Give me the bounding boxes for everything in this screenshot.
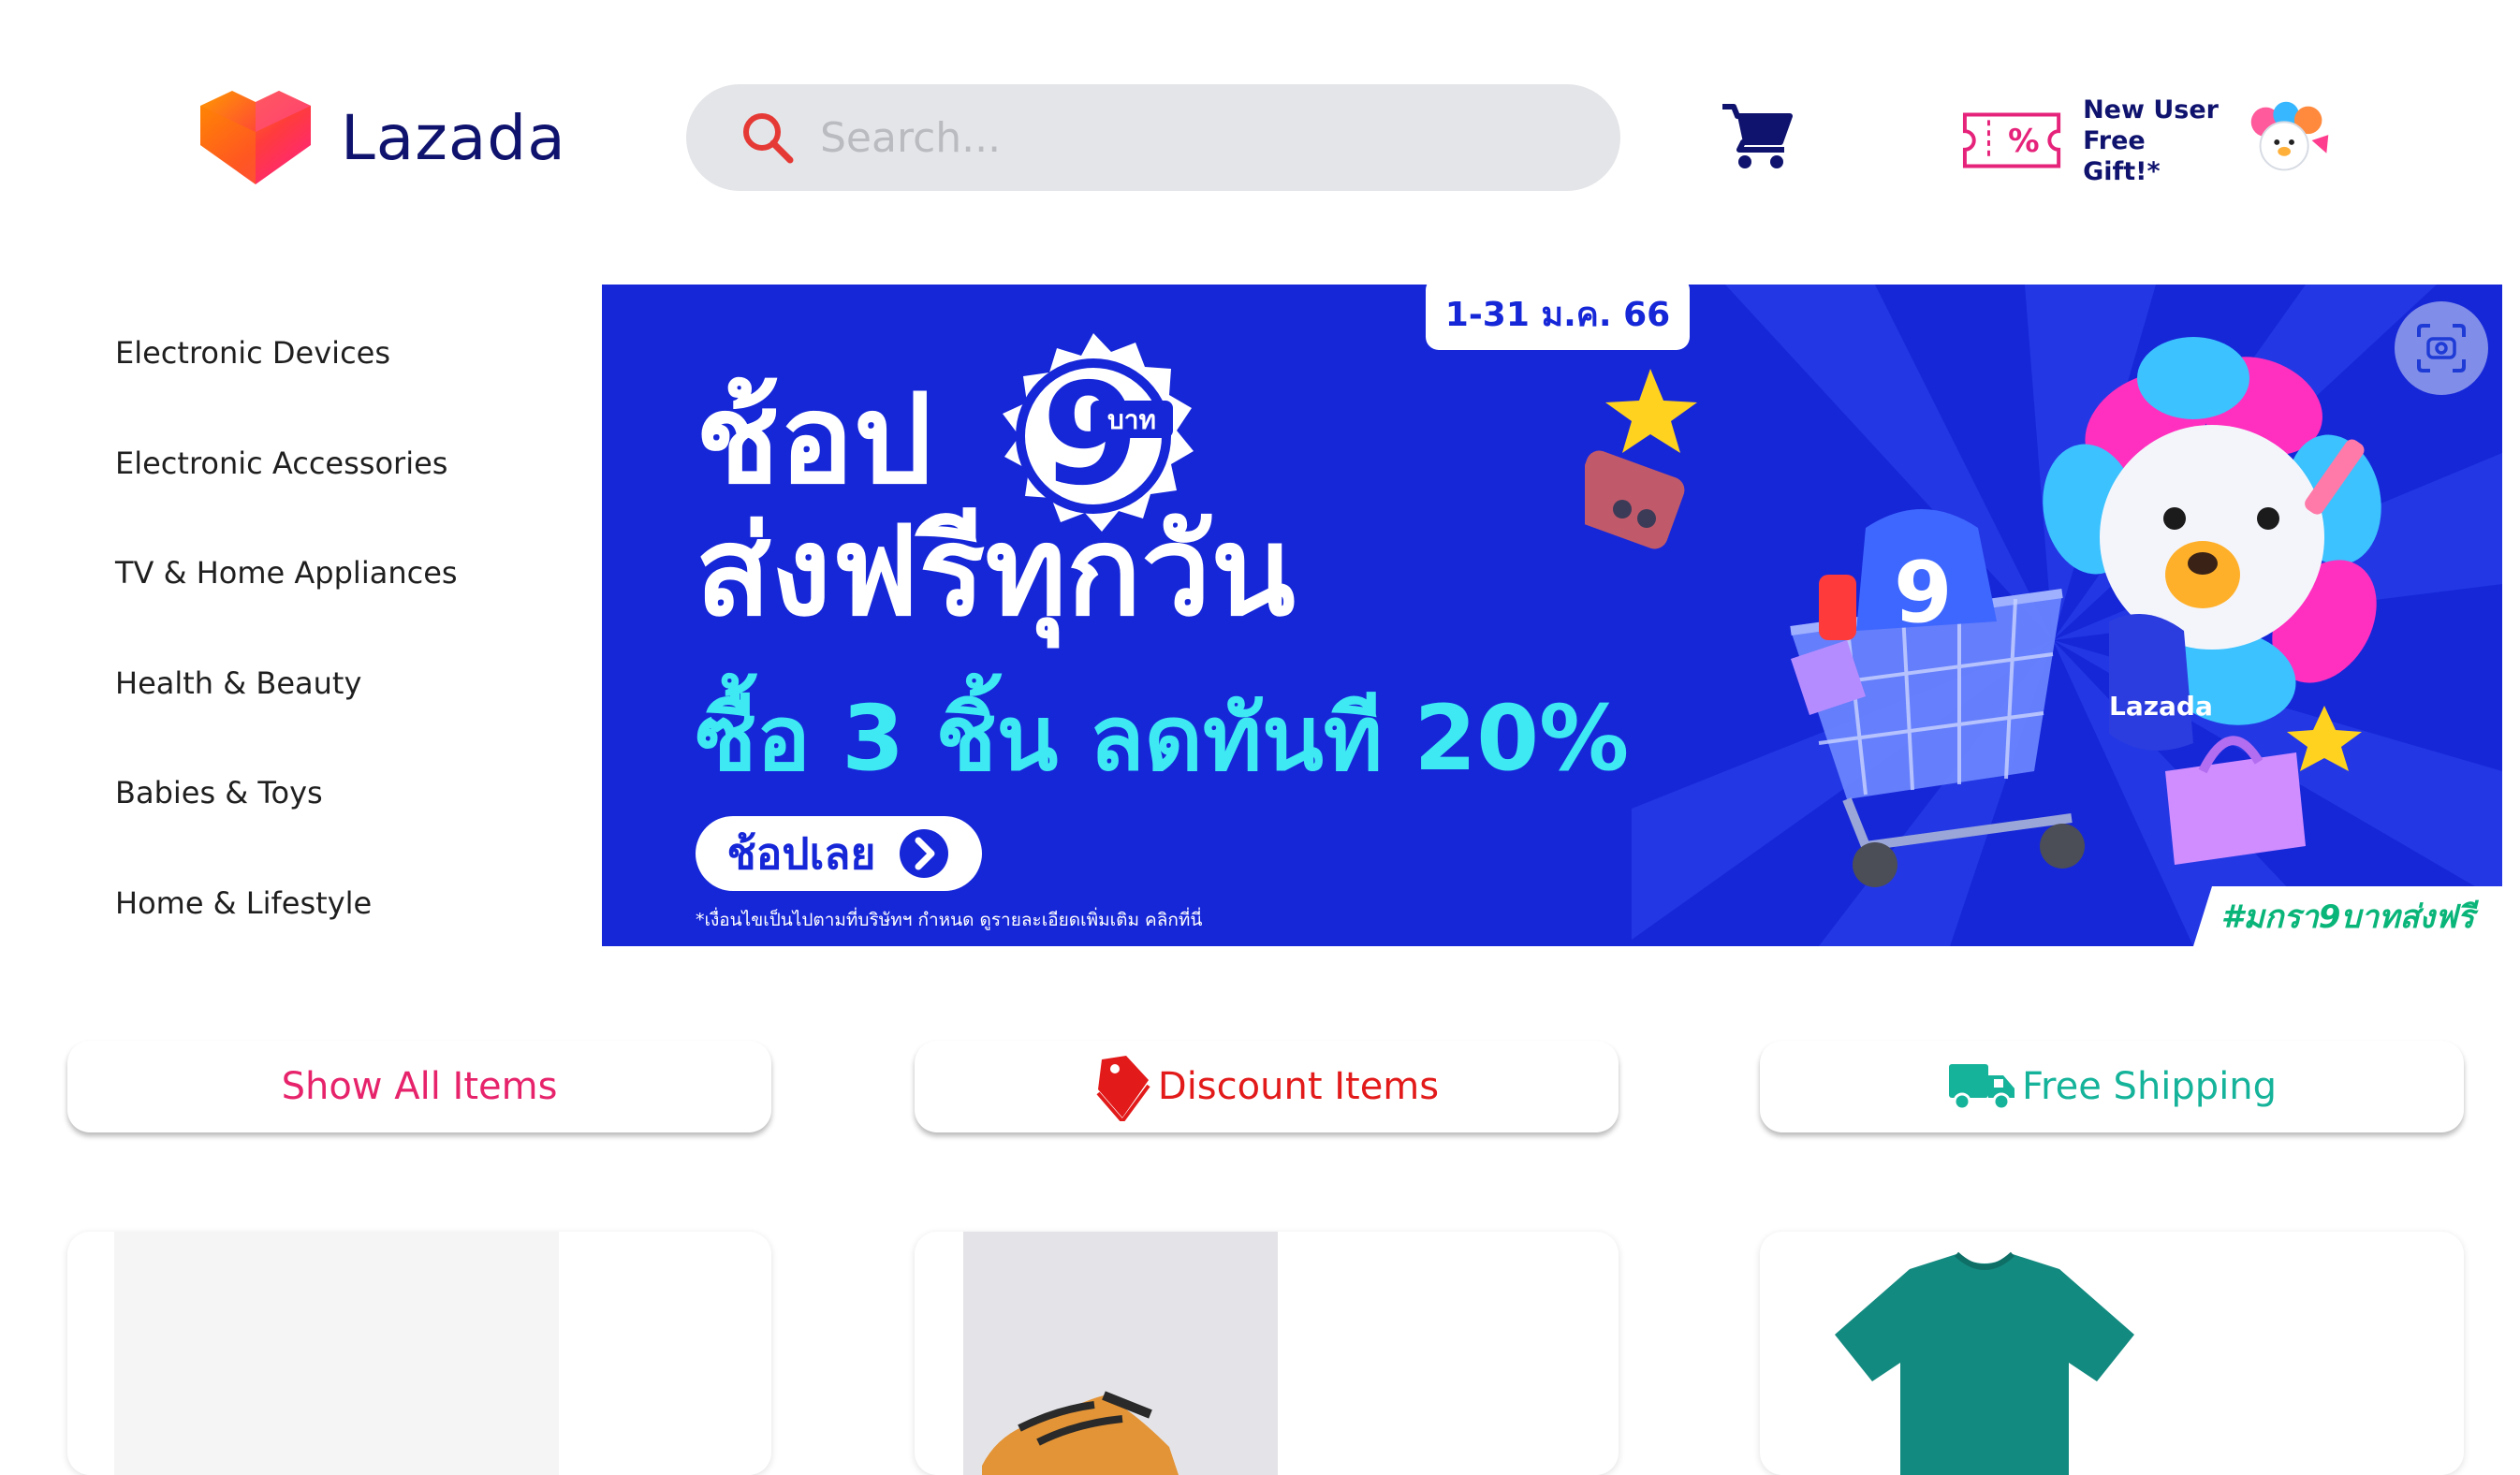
tshirt-image: [1835, 1251, 2134, 1475]
shop-now-label: ช้อปเลย: [726, 827, 876, 879]
promo-line-2: Free Gift!*: [2083, 125, 2161, 186]
sneaker-image: [982, 1391, 1179, 1475]
seal-unit: บาท: [1107, 404, 1156, 435]
promo-text: New User Free Gift!*: [2083, 95, 2229, 187]
product-card[interactable]: [67, 1232, 771, 1475]
product-card[interactable]: [915, 1232, 1619, 1475]
free-shipping-button[interactable]: Free Shipping: [1760, 1041, 2464, 1132]
price-tag-icon: [1096, 1056, 1150, 1121]
gift-mascot-icon: [2250, 101, 2329, 171]
heart-logo-icon: [200, 91, 311, 184]
banner-headline-shop: ช้อป: [696, 368, 932, 512]
banner-headline-discount: ซื้อ 3 ชิ้น ลดทันที 20%: [696, 686, 1630, 791]
category-electronic-devices[interactable]: Electronic Devices: [115, 335, 583, 445]
coupon-icon: %: [1962, 112, 2061, 168]
category-home-lifestyle[interactable]: Home & Lifestyle: [115, 885, 583, 996]
arrow-right-circle-icon: [900, 829, 949, 878]
image-search-button[interactable]: [2395, 301, 2488, 395]
campaign-hashtag: #มกรา9บาทส่งฟรี: [2193, 886, 2502, 946]
category-babies-toys[interactable]: Babies & Toys: [115, 775, 583, 885]
search-input[interactable]: [818, 112, 1552, 163]
svg-text:9: 9: [1894, 544, 1953, 642]
discount-items-button[interactable]: Discount Items: [915, 1041, 1619, 1132]
product-card[interactable]: [1760, 1232, 2464, 1475]
cart-icon[interactable]: [1721, 103, 1794, 170]
cart-mascot-illustration: Lazada 9: [1585, 337, 2381, 887]
show-all-items-label: Show All Items: [281, 1065, 558, 1108]
promo-line-1: New User: [2083, 95, 2219, 124]
search-bar[interactable]: [686, 84, 1620, 191]
svg-text:%: %: [2008, 123, 2039, 159]
star-icon: [1605, 369, 1697, 453]
camera-scan-icon: [2417, 324, 2466, 372]
mascot-label: Lazada: [2109, 691, 2213, 722]
banner-headline-free-shipping: ส่งฟรีทุกวัน: [696, 500, 1296, 644]
brand-name: Lazada: [341, 101, 566, 174]
category-electronic-accessories[interactable]: Electronic Accessories: [115, 445, 583, 556]
product-image: [1797, 1232, 2172, 1475]
show-all-items-button[interactable]: Show All Items: [67, 1041, 771, 1132]
star-icon: [2287, 706, 2362, 771]
category-sidebar: Electronic Devices Electronic Accessorie…: [115, 335, 583, 995]
category-tv-home-appliances[interactable]: TV & Home Appliances: [115, 555, 583, 665]
new-user-gift-promo[interactable]: % New User Free Gift!*: [1961, 94, 2336, 187]
search-icon[interactable]: [738, 108, 798, 168]
discount-items-label: Discount Items: [1157, 1065, 1440, 1108]
shop-now-button[interactable]: ช้อปเลย: [696, 816, 982, 891]
hero-banner[interactable]: 1-31 ม.ค. 66 ช้อป 9 บาท ส่งฟรีทุกวัน ซื้…: [602, 285, 2502, 946]
category-health-beauty[interactable]: Health & Beauty: [115, 665, 583, 776]
lazada-logo[interactable]: Lazada: [195, 86, 569, 189]
banner-disclaimer: *เงื่อนไขเป็นไปตามที่บริษัทฯ กำหนด ดูราย…: [696, 910, 1203, 930]
product-image-placeholder: [114, 1232, 559, 1475]
free-shipping-label: Free Shipping: [2021, 1065, 2278, 1108]
product-image: [963, 1232, 1278, 1475]
delivery-truck-icon: [1948, 1064, 2015, 1111]
